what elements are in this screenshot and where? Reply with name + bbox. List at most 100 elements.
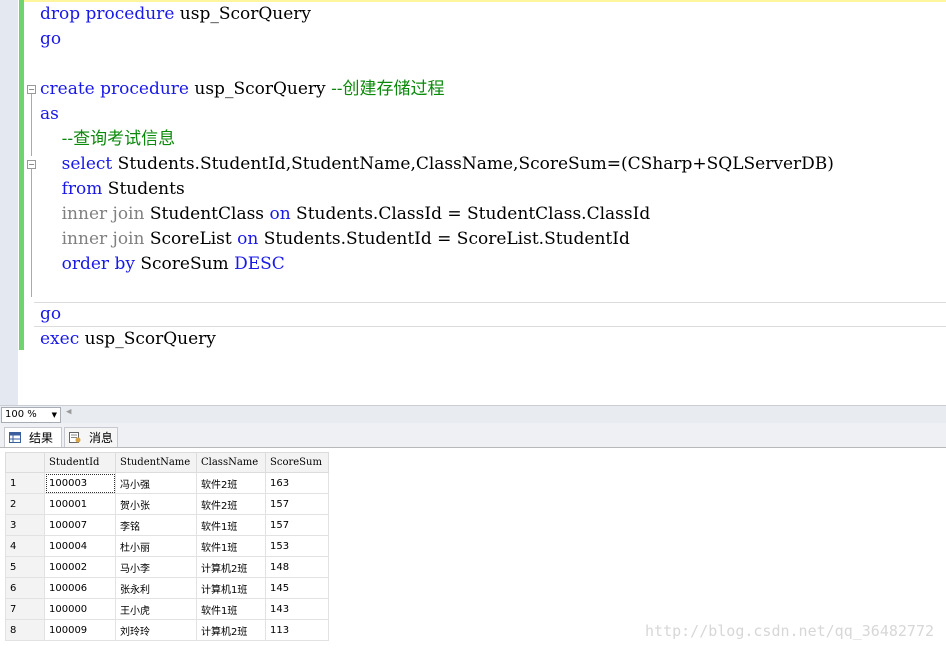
- table-row[interactable]: 7 100000 王小虎 软件1班 143: [5, 598, 329, 620]
- code-line[interactable]: go: [40, 302, 61, 327]
- grid-cell[interactable]: 冯小强: [115, 472, 197, 494]
- grid-cell[interactable]: 157: [265, 514, 329, 536]
- sql-text: StudentClass: [144, 204, 270, 224]
- code-line[interactable]: order by ScoreSum DESC: [40, 252, 285, 277]
- grid-cell[interactable]: 软件2班: [196, 493, 266, 515]
- grid-cell[interactable]: 148: [265, 556, 329, 578]
- code-line[interactable]: create procedure usp_ScorQuery --创建存储过程: [40, 77, 445, 102]
- sql-keyword: go: [40, 29, 62, 49]
- column-header-classname[interactable]: ClassName: [196, 452, 266, 473]
- grid-cell[interactable]: 刘玲玲: [115, 619, 197, 641]
- code-line[interactable]: drop procedure usp_ScorQuery: [40, 2, 311, 27]
- grid-cell[interactable]: 100003: [44, 472, 116, 494]
- fold-toggle-icon[interactable]: −: [27, 160, 36, 169]
- table-row[interactable]: 8 100009 刘玲玲 计算机2班 113: [5, 619, 329, 641]
- sql-keyword: on: [269, 204, 291, 224]
- sql-text: Students: [102, 179, 185, 199]
- sql-keyword: as: [40, 104, 59, 124]
- code-line[interactable]: --查询考试信息: [40, 127, 176, 152]
- grid-cell[interactable]: 计算机1班: [196, 577, 266, 599]
- grid-cell[interactable]: 计算机2班: [196, 619, 266, 641]
- grid-cell[interactable]: 王小虎: [115, 598, 197, 620]
- grid-cell[interactable]: 163: [265, 472, 329, 494]
- sql-text: Students.StudentId,StudentName,ClassName…: [112, 154, 834, 174]
- sql-text: Students.StudentId = ScoreList.StudentId: [258, 229, 630, 249]
- code-line[interactable]: as: [40, 102, 59, 127]
- column-header-scoresum[interactable]: ScoreSum: [265, 452, 329, 473]
- tab-messages[interactable]: 消息: [64, 427, 118, 448]
- tab-results-label: 结果: [29, 431, 54, 445]
- column-header-studentname[interactable]: StudentName: [115, 452, 197, 473]
- fold-guide: [31, 169, 32, 297]
- grid-cell[interactable]: 软件1班: [196, 514, 266, 536]
- editor-gutter: [0, 0, 18, 405]
- grid-cell[interactable]: 100002: [44, 556, 116, 578]
- editor-zoom-bar: 100 % ▼ ◀: [0, 405, 946, 423]
- grid-cell[interactable]: 软件1班: [196, 535, 266, 557]
- sql-text: usp_ScorQuery: [79, 329, 216, 349]
- column-header-studentid[interactable]: StudentId: [44, 452, 116, 473]
- table-row[interactable]: 1 100003 冯小强 软件2班 163: [5, 472, 329, 494]
- results-grid[interactable]: StudentId StudentName ClassName ScoreSum 11…: [5, 452, 329, 641]
- row-number: 2: [5, 493, 45, 515]
- grid-cell[interactable]: 100001: [44, 493, 116, 515]
- sql-text: ScoreList: [144, 229, 238, 249]
- grid-cell[interactable]: 计算机2班: [196, 556, 266, 578]
- sql-text: usp_ScorQuery: [174, 4, 312, 24]
- grid-cell[interactable]: 143: [265, 598, 329, 620]
- sql-keyword: from: [61, 179, 103, 199]
- fold-toggle-icon[interactable]: −: [27, 85, 36, 94]
- grid-cell[interactable]: 153: [265, 535, 329, 557]
- tab-results[interactable]: 结果: [4, 427, 62, 448]
- zoom-value: 100 %: [5, 409, 37, 420]
- grid-cell[interactable]: 软件2班: [196, 472, 266, 494]
- grid-cell[interactable]: 100006: [44, 577, 116, 599]
- grid-cell[interactable]: 杜小丽: [115, 535, 197, 557]
- sql-comment: --查询考试信息: [61, 129, 176, 149]
- grid-cell[interactable]: 100009: [44, 619, 116, 641]
- table-row[interactable]: 3 100007 李铭 软件1班 157: [5, 514, 329, 536]
- grid-cell[interactable]: 贺小张: [115, 493, 197, 515]
- scroll-left-icon[interactable]: ◀: [66, 407, 71, 417]
- table-row[interactable]: 6 100006 张永利 计算机1班 145: [5, 577, 329, 599]
- sql-editor[interactable]: − − drop procedure usp_ScorQuery go create…: [0, 0, 946, 405]
- sql-keyword: drop procedure: [40, 4, 175, 24]
- grid-header-row: StudentId StudentName ClassName ScoreSum: [5, 452, 329, 473]
- table-row[interactable]: 5 100002 马小李 计算机2班 148: [5, 556, 329, 578]
- grid-cell[interactable]: 145: [265, 577, 329, 599]
- grid-cell[interactable]: 157: [265, 493, 329, 515]
- row-number: 7: [5, 598, 45, 620]
- sql-text: ScoreSum: [134, 254, 235, 274]
- row-number-header[interactable]: [5, 452, 45, 473]
- grid-cell[interactable]: 软件1班: [196, 598, 266, 620]
- grid-cell[interactable]: 100007: [44, 514, 116, 536]
- grid-icon: [9, 432, 21, 443]
- code-line[interactable]: inner join ScoreList on Students.Student…: [40, 227, 630, 252]
- tab-messages-label: 消息: [89, 431, 114, 445]
- grid-cell[interactable]: 113: [265, 619, 329, 641]
- grid-cell[interactable]: 100004: [44, 535, 116, 557]
- code-line[interactable]: from Students: [40, 177, 185, 202]
- code-line[interactable]: go: [40, 27, 61, 52]
- grid-cell[interactable]: 李铭: [115, 514, 197, 536]
- sql-comment: --创建存储过程: [331, 79, 445, 99]
- code-line[interactable]: exec usp_ScorQuery: [40, 327, 216, 352]
- grid-cell[interactable]: 100000: [44, 598, 116, 620]
- grid-cell[interactable]: 马小李: [115, 556, 197, 578]
- watermark: http://blog.csdn.net/qq_36482772: [645, 622, 934, 640]
- table-row[interactable]: 4 100004 杜小丽 软件1班 153: [5, 535, 329, 557]
- code-line[interactable]: inner join StudentClass on Students.Clas…: [40, 202, 651, 227]
- code-line[interactable]: select Students.StudentId,StudentName,Cl…: [40, 152, 834, 177]
- grid-cell[interactable]: 张永利: [115, 577, 197, 599]
- row-number: 3: [5, 514, 45, 536]
- zoom-select[interactable]: 100 % ▼: [1, 407, 61, 423]
- sql-text: usp_ScorQuery: [188, 79, 332, 99]
- table-row[interactable]: 2 100001 贺小张 软件2班 157: [5, 493, 329, 515]
- fold-guide: [31, 94, 32, 156]
- sql-join-keyword: inner join: [61, 229, 145, 249]
- sql-keyword: go: [40, 304, 62, 324]
